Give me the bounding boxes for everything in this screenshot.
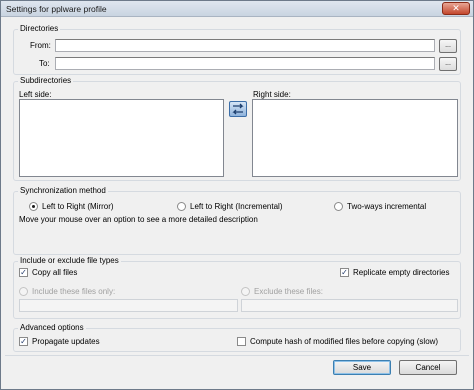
left-side-list[interactable] [19, 99, 224, 177]
dialog-body: Directories From: ... To: ... Subdirecto… [5, 19, 469, 385]
bottom-separator [5, 355, 469, 356]
replicate-empty-checkbox[interactable]: ✓ [340, 268, 349, 277]
from-input[interactable] [55, 39, 435, 52]
exclude-label: Exclude these files: [254, 287, 323, 296]
radio-mirror-label: Left to Right (Mirror) [42, 202, 114, 211]
copy-all-checkbox[interactable]: ✓ [19, 268, 28, 277]
left-side-label: Left side: [19, 90, 52, 99]
save-button[interactable]: Save [333, 360, 391, 375]
include-only-label: Include these files only: [32, 287, 116, 296]
sync-description: Move your mouse over an option to see a … [19, 215, 258, 224]
sync-method-title: Synchronization method [18, 186, 108, 195]
compute-hash-checkbox[interactable] [237, 337, 246, 346]
radio-mirror[interactable] [29, 202, 38, 211]
window-title: Settings for pplware profile [6, 4, 107, 14]
propagate-checkbox[interactable]: ✓ [19, 337, 28, 346]
to-input[interactable] [55, 57, 435, 70]
title-bar: Settings for pplware profile ✕ [1, 1, 473, 17]
radio-two-ways[interactable] [334, 202, 343, 211]
exclude-input[interactable] [241, 299, 458, 312]
compute-hash-label: Compute hash of modified files before co… [250, 337, 439, 346]
radio-incremental-label: Left to Right (Incremental) [190, 202, 283, 211]
radio-include-only[interactable] [19, 287, 28, 296]
propagate-label: Propagate updates [32, 337, 100, 346]
directories-title: Directories [18, 24, 61, 33]
browse-to-button[interactable]: ... [439, 57, 457, 71]
copy-all-label: Copy all files [32, 268, 78, 277]
include-only-input[interactable] [19, 299, 238, 312]
cancel-button[interactable]: Cancel [399, 360, 457, 375]
right-side-label: Right side: [253, 90, 291, 99]
advanced-title: Advanced options [18, 323, 86, 332]
from-label: From: [30, 41, 51, 50]
radio-incremental[interactable] [177, 202, 186, 211]
swap-sides-button[interactable] [229, 101, 247, 117]
subdirectories-title: Subdirectories [18, 76, 74, 85]
right-side-list[interactable] [252, 99, 458, 177]
radio-exclude[interactable] [241, 287, 250, 296]
close-button[interactable]: ✕ [442, 2, 470, 15]
radio-two-ways-label: Two-ways incremental [347, 202, 427, 211]
to-label: To: [39, 59, 50, 68]
file-types-title: Include or exclude file types [18, 256, 121, 265]
close-icon: ✕ [452, 3, 460, 13]
replicate-empty-label: Replicate empty directories [353, 268, 450, 277]
settings-window: Settings for pplware profile ✕ Directori… [0, 0, 474, 390]
swap-arrows-icon [232, 103, 244, 115]
browse-from-button[interactable]: ... [439, 39, 457, 53]
